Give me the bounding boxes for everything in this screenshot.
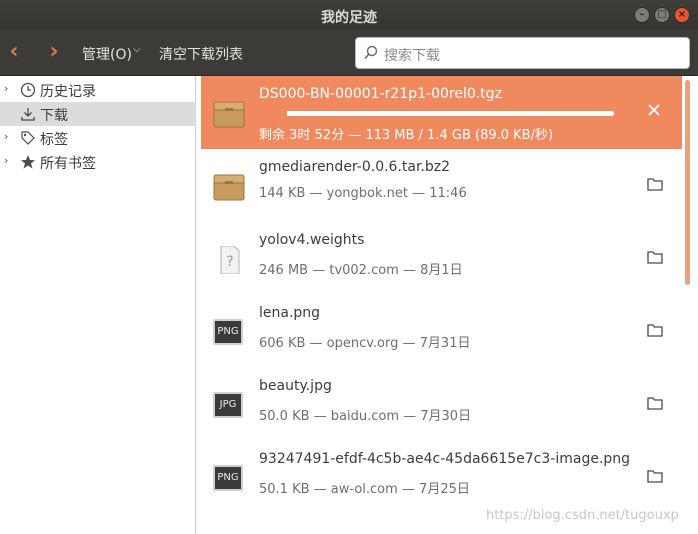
download-item[interactable]: JPG beauty.jpg 50.0 KB — baidu.com — 7月3… — [201, 368, 682, 441]
download-meta: 50.1 KB — aw-ol.com — 7月25日 — [259, 482, 470, 497]
archive-icon — [213, 174, 245, 201]
download-progress-bar — [259, 111, 614, 116]
maximize-button[interactable]: □ — [654, 7, 670, 23]
sidebar-item-label: 下载 — [40, 108, 68, 124]
scrollbar[interactable] — [685, 80, 690, 285]
download-meta: 144 KB — yongbok.net — 11:46 — [259, 186, 467, 201]
download-filename: beauty.jpg — [259, 378, 332, 394]
download-filename: 93247491-efdf-4c5b-ae4c-45da6615e7c3-ima… — [259, 451, 631, 467]
back-button[interactable]: ‹ — [4, 40, 24, 66]
tag-icon — [21, 131, 35, 145]
file-type-label: PNG — [217, 472, 239, 483]
sidebar-item-history[interactable]: › 历史记录 — [0, 78, 196, 102]
sidebar-item-label: 标签 — [40, 132, 68, 148]
download-item[interactable]: PNG 93247491-efdf-4c5b-ae4c-45da6615e7c3… — [201, 441, 682, 514]
open-folder-button[interactable] — [647, 469, 663, 483]
downloads-window: 我的足迹 – □ × ‹ › 管理(O) ⌵ 清空下载列表 搜索下载 › 历史记… — [0, 0, 698, 534]
sidebar-item-tags[interactable]: › 标签 — [0, 126, 196, 150]
download-filename: gmediarender-0.0.6.tar.bz2 — [259, 159, 451, 175]
star-icon — [21, 155, 35, 169]
download-item[interactable]: gmediarender-0.0.6.tar.bz2 144 KB — yong… — [201, 149, 682, 222]
sidebar-item-label: 所有书签 — [40, 156, 96, 172]
expand-arrow-icon[interactable]: › — [4, 82, 8, 95]
watermark-text: https://blog.csdn.net/tugouxp — [486, 508, 679, 523]
manage-menu-button[interactable]: 管理(O) — [82, 44, 132, 64]
jpg-file-icon: JPG — [213, 392, 243, 418]
png-file-icon: PNG — [213, 465, 243, 491]
download-meta: 50.0 KB — baidu.com — 7月30日 — [259, 409, 472, 424]
unknown-file-icon: ? — [220, 246, 240, 274]
expand-arrow-icon[interactable]: › — [4, 130, 8, 143]
expand-arrow-icon[interactable]: › — [4, 154, 8, 167]
title-bar: 我的足迹 – □ × — [0, 0, 698, 30]
cancel-download-button[interactable] — [646, 102, 662, 118]
png-file-icon: PNG — [213, 319, 243, 345]
download-item-active[interactable]: DS000-BN-00001-r21p1-00rel0.tgz 剩余 3时 52… — [201, 76, 682, 149]
search-placeholder: 搜索下载 — [384, 48, 440, 64]
download-icon — [21, 108, 35, 121]
open-folder-button[interactable] — [647, 323, 663, 337]
downloads-list: DS000-BN-00001-r21p1-00rel0.tgz 剩余 3时 52… — [197, 76, 698, 534]
minimize-button[interactable]: – — [634, 7, 650, 23]
download-filename: yolov4.weights — [259, 232, 365, 248]
file-type-label: PNG — [217, 326, 239, 337]
sidebar-item-label: 历史记录 — [40, 84, 96, 100]
download-meta: 246 MB — tv002.com — 8月1日 — [259, 263, 463, 278]
chevron-down-icon[interactable]: ⌵ — [133, 44, 141, 55]
download-filename: lena.png — [259, 305, 321, 321]
sidebar-item-bookmarks[interactable]: › 所有书签 — [0, 150, 196, 174]
open-folder-button[interactable] — [647, 177, 663, 191]
forward-button[interactable]: › — [44, 40, 64, 66]
search-input[interactable]: 搜索下载 — [355, 37, 690, 69]
toolbar: ‹ › 管理(O) ⌵ 清空下载列表 搜索下载 — [0, 30, 698, 76]
sidebar: › 历史记录 下载 › 标签 › 所有书签 — [0, 76, 196, 534]
download-item[interactable]: PNG lena.png 606 KB — opencv.org — 7月31日 — [201, 295, 682, 368]
svg-text:?: ? — [226, 254, 233, 270]
clear-downloads-button[interactable]: 清空下载列表 — [159, 44, 243, 64]
search-icon — [364, 45, 378, 60]
download-filename: DS000-BN-00001-r21p1-00rel0.tgz — [259, 86, 502, 102]
clock-icon — [20, 82, 36, 98]
open-folder-button[interactable] — [647, 250, 663, 264]
window-title: 我的足迹 — [321, 10, 377, 26]
sidebar-item-downloads[interactable]: 下载 — [0, 102, 196, 126]
download-item[interactable]: ? yolov4.weights 246 MB — tv002.com — 8月… — [201, 222, 682, 295]
open-folder-button[interactable] — [647, 396, 663, 410]
close-window-button[interactable]: × — [674, 7, 690, 23]
archive-icon — [213, 101, 245, 128]
file-type-label: JPG — [219, 399, 237, 410]
download-meta: 606 KB — opencv.org — 7月31日 — [259, 336, 471, 351]
download-meta: 剩余 3时 52分 — 113 MB / 1.4 GB (89.0 KB/秒) — [259, 128, 554, 143]
download-progress-fill — [259, 111, 288, 116]
